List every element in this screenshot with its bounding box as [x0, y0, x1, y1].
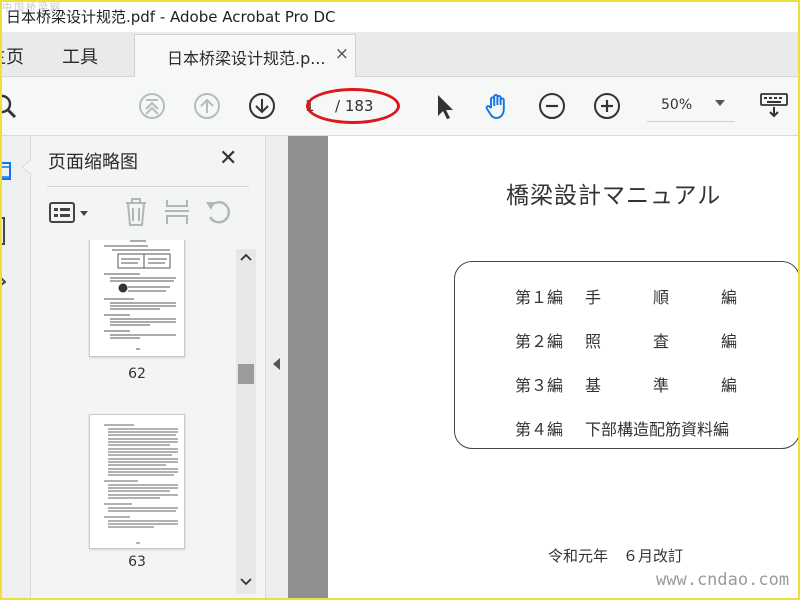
- page-thumbnails-panel: 页面缩略图 ✕ 62 63: [31, 136, 264, 600]
- document-page: 橋梁設計マニュアル 第１編 手 順 編 第２編 照 査 編 第３編 基 準 編 …: [328, 136, 800, 600]
- volume-name-part: 編: [721, 332, 738, 351]
- volume-name-part: 編: [721, 288, 738, 307]
- window-title: 日本桥梁设计规范.pdf - Adobe Acrobat Pro DC: [6, 8, 336, 26]
- volume-label: 第３編: [515, 376, 564, 395]
- delete-icon[interactable]: [123, 197, 149, 227]
- volume-label: 第１編: [515, 288, 564, 307]
- tab-document[interactable]: 日本桥梁设计规范.p... ×: [134, 34, 356, 77]
- volume-list-box: 第１編 手 順 編 第２編 照 査 編 第３編 基 準 編 第４編 下部構造配筋…: [454, 261, 800, 449]
- title-bar: 中国桥梁网 日本桥梁设计规范.pdf - Adobe Acrobat Pro D…: [0, 0, 800, 32]
- panel-header: 页面缩略图 ✕: [31, 136, 264, 186]
- page-navigator: / 183: [301, 93, 397, 121]
- zoom-value: 50%: [661, 97, 693, 113]
- revision-date: 令和元年 ６月改訂: [548, 547, 684, 565]
- thumbnail-page-63-content: [104, 424, 178, 544]
- previous-page-icon[interactable]: [193, 92, 221, 120]
- first-page-icon[interactable]: [138, 92, 166, 120]
- scroll-down-icon[interactable]: [240, 578, 252, 586]
- extract-icon[interactable]: [164, 197, 190, 227]
- rotate-icon[interactable]: [204, 197, 234, 227]
- volume-name-part: 基: [585, 376, 602, 395]
- scroll-up-icon[interactable]: [240, 253, 252, 261]
- page-number-input[interactable]: [305, 93, 327, 119]
- bookmarks-icon[interactable]: [0, 216, 10, 246]
- volume-name-part: 順: [653, 288, 670, 307]
- volume-name-part: 手: [585, 288, 602, 307]
- tab-close-button[interactable]: ×: [335, 44, 349, 64]
- thumbnail-page-number: 62: [128, 366, 146, 382]
- volume-label: 第２編: [515, 332, 564, 351]
- chevron-down-icon: [715, 100, 725, 106]
- zoom-select[interactable]: 50%: [647, 91, 735, 122]
- volume-name-part: 照: [585, 332, 602, 351]
- document-title: 橋梁設計マニュアル: [506, 183, 722, 209]
- panel-collapse-gutter[interactable]: [265, 136, 288, 600]
- search-icon[interactable]: [0, 92, 18, 120]
- zoom-in-icon[interactable]: [593, 92, 621, 120]
- panel-toolbar: [31, 187, 264, 239]
- tab-document-label: 日本桥梁设计规范.p...: [167, 49, 326, 68]
- thumbnail-page-63[interactable]: [89, 414, 185, 549]
- tab-home[interactable]: 主页: [0, 43, 24, 69]
- thumbnail-page-62[interactable]: [89, 240, 185, 357]
- panel-close-button[interactable]: ✕: [219, 146, 237, 171]
- thumbnail-page-number: 63: [128, 554, 146, 570]
- navigation-rail: [0, 136, 32, 600]
- site-watermark: www.cndao.com: [656, 570, 790, 590]
- volume-name-part: 査: [653, 332, 670, 351]
- next-page-icon[interactable]: [248, 92, 276, 120]
- panel-title: 页面缩略图: [48, 152, 138, 173]
- collapse-left-icon[interactable]: [273, 358, 280, 370]
- toolbar: / 183 50%: [0, 77, 800, 136]
- zoom-out-icon[interactable]: [538, 92, 566, 120]
- page-thumbnails-icon[interactable]: [0, 160, 14, 182]
- thumbnails-scrollbar[interactable]: [236, 249, 256, 594]
- volume-label: 第４編: [515, 420, 564, 439]
- page-options-icon[interactable]: [49, 201, 93, 225]
- thumbnail-page-62-content: [104, 240, 176, 350]
- select-cursor-icon[interactable]: [430, 92, 458, 120]
- scrollbar-thumb[interactable]: [238, 364, 254, 384]
- hand-tool-icon[interactable]: [483, 92, 511, 120]
- thumbnails-list: 62 63: [31, 240, 237, 600]
- volume-name-part: 編: [721, 376, 738, 395]
- page-total: / 183: [335, 97, 374, 115]
- volume-name-part: 準: [653, 376, 670, 395]
- tab-tools[interactable]: 工具: [62, 43, 98, 69]
- volume-name: 下部構造配筋資料編: [585, 420, 730, 439]
- keyboard-icon[interactable]: [760, 92, 788, 120]
- attachment-icon[interactable]: [0, 268, 10, 292]
- document-viewport: 橋梁設計マニュアル 第１編 手 順 編 第２編 照 査 編 第３編 基 準 編 …: [288, 136, 800, 600]
- tab-bar: 主页 工具: [0, 32, 800, 77]
